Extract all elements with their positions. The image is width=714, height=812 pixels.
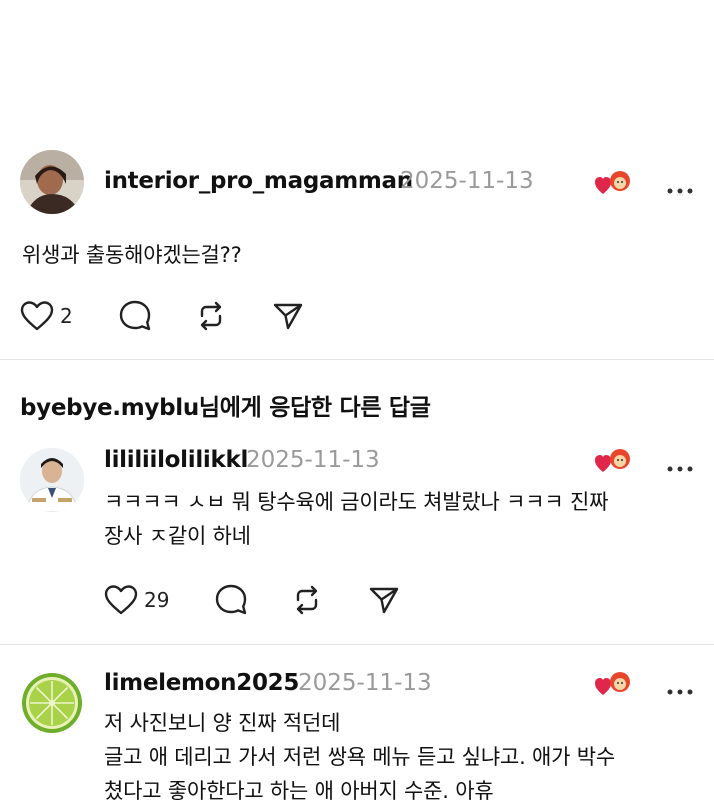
lime-avatar xyxy=(20,671,84,735)
comment-post: limelemon2025 2025-11-13 저 사진보니 양 진짜 적던데… xyxy=(0,0,714,812)
avatar[interactable] xyxy=(20,671,84,735)
reaction-badge[interactable] xyxy=(594,669,632,699)
username[interactable]: limelemon2025 xyxy=(104,670,299,696)
comment-line: 쳤다고 좋아한다고 하는 애 아버지 수준. 아휴 xyxy=(104,779,494,803)
comment-line: 저 사진보니 양 진짜 적던데 xyxy=(104,711,341,735)
comment-line: 글고 애 데리고 가서 저런 쌍욕 메뉴 듣고 싶냐고. 애가 박수 xyxy=(104,745,615,769)
emoji-face-icon xyxy=(610,672,630,692)
comment-text: 저 사진보니 양 진짜 적던데 글고 애 데리고 가서 저런 쌍욕 메뉴 듣고 … xyxy=(104,706,615,808)
timestamp: 2025-11-13 xyxy=(298,670,432,696)
more-options-icon[interactable] xyxy=(666,681,694,695)
heart-icon xyxy=(595,678,611,695)
